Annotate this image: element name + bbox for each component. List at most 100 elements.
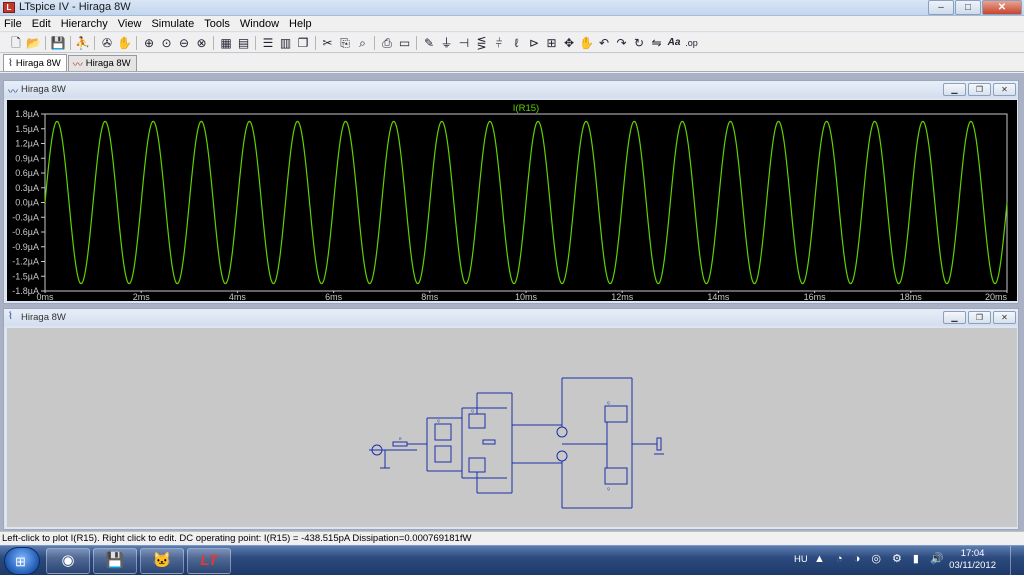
load-resistor[interactable] (656, 437, 662, 451)
minimize-button[interactable]: – (928, 0, 954, 15)
plot-close-button[interactable]: ✕ (993, 83, 1016, 96)
schematic-circuit[interactable] (369, 377, 664, 509)
zoom-cancel-icon[interactable]: ⊗ (194, 35, 210, 51)
y-axis: 1.8µA 1.5µA 1.2µA 0.9µA 0.6µA 0.3µA 0.0µA -0.3µ… (12, 109, 45, 296)
menu-edit[interactable]: Edit (32, 18, 51, 30)
taskbar: ⊞ ◉ 💾 🐱 LT HU ▲ ◔ ◑ ◎ ⚙ ▮ 🔊 17:04 03/11/… (0, 545, 1024, 575)
schematic-close-button[interactable]: ✕ (993, 311, 1016, 324)
halt-icon[interactable]: ✇ (99, 35, 115, 51)
transistor-q3[interactable] (468, 413, 486, 429)
component-icon[interactable]: ⊞ (544, 35, 560, 51)
menu-hierarchy[interactable]: Hierarchy (61, 18, 108, 30)
capacitor-icon[interactable]: ⫩ (491, 35, 507, 51)
schematic-restore-button[interactable]: ❐ (968, 311, 991, 324)
zoom-in-icon[interactable]: ⊕ (141, 35, 157, 51)
language-indicator[interactable]: HU (794, 554, 808, 565)
maximize-button[interactable]: □ (955, 0, 981, 15)
x-tick-label: 2ms (133, 292, 151, 301)
taskbar-foobar[interactable]: 🐱 (140, 548, 184, 574)
save-icon[interactable]: 💾 (50, 35, 66, 51)
component-label: Q (607, 487, 610, 491)
tab-label: Hiraga 8W (85, 58, 131, 69)
inductor-icon[interactable]: ℓ (509, 35, 525, 51)
open-icon[interactable]: 📂 (26, 35, 42, 51)
taskbar-save-app[interactable]: 💾 (93, 548, 137, 574)
output-transistor-top[interactable] (604, 405, 628, 423)
component-label: Q (437, 419, 440, 423)
output-transistor-bottom[interactable] (604, 467, 628, 485)
copy-icon[interactable]: ⎘ (337, 35, 353, 51)
autorange-icon[interactable]: ▦ (218, 35, 234, 51)
y-tick-label: 1.2µA (15, 139, 39, 149)
schematic-canvas[interactable]: R Q Q Q Q (7, 328, 1017, 527)
y-tick-label: 1.8µA (15, 109, 39, 119)
waveform-plot[interactable]: I(R15) 1.8µA 1.5µA 1.2µA 0.9µA 0.6µA 0.3µA 0.0… (7, 100, 1017, 301)
pan-icon[interactable]: ✋ (117, 35, 133, 51)
diode-icon[interactable]: ⊳ (526, 35, 542, 51)
show-desktop-button[interactable] (1010, 546, 1024, 575)
print-preview-icon[interactable]: ▭ (397, 35, 413, 51)
zoom-out-icon[interactable]: ⊖ (176, 35, 192, 51)
menu-tools[interactable]: Tools (204, 18, 230, 30)
plot-window-titlebar[interactable]: 〰 Hiraga 8W ▁ ❐ ✕ (4, 81, 1018, 98)
menu-simulate[interactable]: Simulate (151, 18, 194, 30)
window-title: LTspice IV - Hiraga 8W (19, 1, 131, 13)
mirror-icon[interactable]: ⇋ (649, 35, 665, 51)
current-source-top[interactable] (556, 426, 568, 438)
print-icon[interactable]: ⎙ (379, 35, 395, 51)
taskbar-ltspice[interactable]: LT (187, 548, 231, 574)
tray-icons[interactable]: ▲ ◔ ◑ ◎ ⚙ ▮ 🔊 (814, 552, 948, 565)
close-button[interactable]: ✕ (982, 0, 1022, 15)
wire-icon[interactable]: ✎ (421, 35, 437, 51)
menu-file[interactable]: File (4, 18, 22, 30)
plot-settings-icon[interactable]: ▤ (236, 35, 252, 51)
transistor-q1[interactable] (434, 423, 452, 441)
redo-icon[interactable]: ↷ (614, 35, 630, 51)
schematic-window-titlebar[interactable]: ⌇ Hiraga 8W ▁ ❐ ✕ (4, 309, 1018, 326)
plot-restore-button[interactable]: ❐ (968, 83, 991, 96)
ground-icon[interactable]: ⏚ (439, 35, 455, 51)
find-icon[interactable]: ⌕ (355, 35, 371, 51)
resistor[interactable] (392, 441, 408, 447)
run-icon[interactable]: ⛹ (75, 35, 91, 51)
text-icon[interactable]: Aa (666, 35, 682, 51)
new-schematic-icon[interactable]: 🗋 (8, 35, 24, 51)
drag-icon[interactable]: ✋ (579, 35, 595, 51)
move-icon[interactable]: ✥ (561, 35, 577, 51)
clock[interactable]: 17:04 03/11/2012 (949, 548, 996, 572)
label-icon[interactable]: ⊣ (456, 35, 472, 51)
menu-help[interactable]: Help (289, 18, 312, 30)
zoom-pan-icon[interactable]: ⊙ (159, 35, 175, 51)
tab-schematic[interactable]: ⌇ Hiraga 8W (3, 54, 67, 71)
tile-vertical-icon[interactable]: ▥ (278, 35, 294, 51)
trace-title[interactable]: I(R15) (513, 103, 539, 114)
cascade-icon[interactable]: ❐ (295, 35, 311, 51)
undo-icon[interactable]: ↶ (596, 35, 612, 51)
trace-i-r15[interactable] (44, 120, 1008, 285)
plot-minimize-button[interactable]: ▁ (943, 83, 966, 96)
document-tabs: ⌇ Hiraga 8W 〰 Hiraga 8W (0, 54, 1024, 72)
schematic-icon: ⌇ (8, 311, 13, 322)
schematic-minimize-button[interactable]: ▁ (943, 311, 966, 324)
resistor-icon[interactable]: ⋚ (474, 35, 490, 51)
transistor-q4[interactable] (468, 457, 486, 473)
menu-view[interactable]: View (118, 18, 142, 30)
component-label: R (399, 437, 402, 441)
spice-directive-icon[interactable]: .op (684, 35, 700, 51)
toolbar-separator (416, 35, 417, 50)
rotate-icon[interactable]: ↻ (631, 35, 647, 51)
chrome-icon: ◉ (61, 552, 75, 569)
resistor[interactable] (482, 439, 496, 445)
tab-waveform[interactable]: 〰 Hiraga 8W (67, 55, 137, 71)
tile-horizontal-icon[interactable]: ☰ (260, 35, 276, 51)
menu-window[interactable]: Window (240, 18, 279, 30)
x-tick-label: 6ms (325, 292, 343, 301)
current-source-bottom[interactable] (556, 450, 568, 462)
start-button[interactable]: ⊞ (4, 547, 40, 575)
floppy-icon: 💾 (105, 552, 125, 569)
taskbar-chrome[interactable]: ◉ (46, 548, 90, 574)
title-bar: L LTspice IV - Hiraga 8W – □ ✕ (0, 0, 1024, 16)
ltspice-icon: LT (200, 552, 218, 569)
transistor-q2[interactable] (434, 445, 452, 463)
cut-icon[interactable]: ✂ (320, 35, 336, 51)
